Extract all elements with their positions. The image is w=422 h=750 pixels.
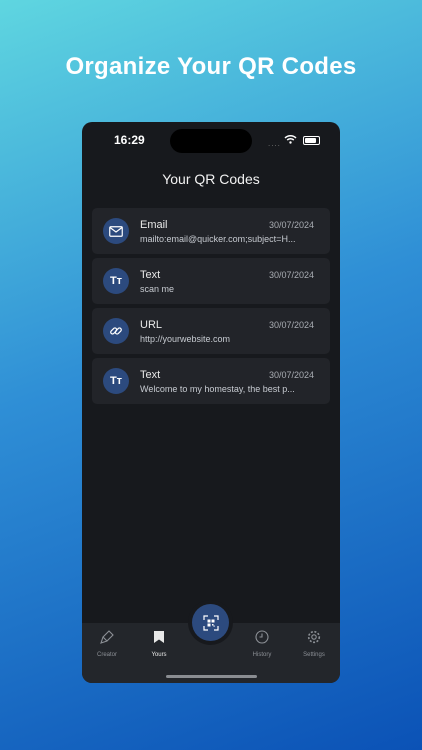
clock-icon — [255, 630, 269, 644]
gear-icon — [307, 630, 321, 644]
tab-label: Settings — [303, 652, 325, 658]
qr-code-item-url[interactable]: URL 30/07/2024 http://yourwebsite.com — [92, 308, 330, 354]
qr-code-item-text[interactable]: Tт Text 30/07/2024 Welcome to my homesta… — [92, 358, 330, 404]
text-icon: Tт — [103, 368, 129, 394]
text-icon: Tт — [103, 268, 129, 294]
qr-scan-icon — [202, 614, 219, 631]
tab-history[interactable]: History — [237, 630, 287, 658]
signal-icon: .... — [268, 139, 281, 148]
headline: Organize Your QR Codes — [65, 53, 357, 80]
tab-label: History — [252, 652, 272, 658]
item-type: URL — [140, 319, 163, 331]
wifi-icon — [284, 135, 297, 144]
item-content: scan me — [140, 284, 175, 294]
qr-code-item-text[interactable]: Tт Text 30/07/2024 scan me — [92, 258, 330, 304]
item-content: Welcome to my homestay, the best p... — [140, 384, 295, 394]
screen-title: Your QR Codes — [162, 171, 260, 187]
dynamic-island — [170, 129, 252, 153]
item-content: http://yourwebsite.com — [140, 334, 231, 344]
item-type: Text — [140, 369, 161, 381]
qr-code-item-email[interactable]: Email 30/07/2024 mailto:email@quicker.co… — [92, 208, 330, 254]
tab-yours[interactable]: Yours — [134, 630, 184, 658]
item-date: 30/07/2024 — [268, 270, 314, 280]
brush-icon — [100, 630, 114, 644]
tab-label: Yours — [151, 652, 167, 658]
battery-icon — [303, 136, 320, 145]
item-content: mailto:email@quicker.com;subject=H... — [140, 234, 296, 244]
home-indicator — [166, 675, 257, 678]
phone-screen: 16:29 .... Your QR Codes Email 30/07/202… — [82, 122, 340, 683]
tab-creator[interactable]: Creator — [82, 630, 132, 658]
item-date: 30/07/2024 — [268, 370, 314, 380]
tab-settings[interactable]: Settings — [289, 630, 339, 658]
item-type: Email — [140, 219, 168, 231]
scan-qr-button[interactable] — [192, 604, 229, 641]
status-time: 16:29 — [114, 133, 145, 147]
envelope-icon — [103, 218, 129, 244]
bookmark-icon — [154, 631, 164, 643]
item-date: 30/07/2024 — [268, 220, 314, 230]
status-bar: 16:29 .... — [82, 122, 340, 156]
tab-label: Creator — [96, 652, 117, 658]
link-icon — [103, 318, 129, 344]
item-date: 30/07/2024 — [268, 320, 314, 330]
item-type: Text — [140, 269, 161, 281]
